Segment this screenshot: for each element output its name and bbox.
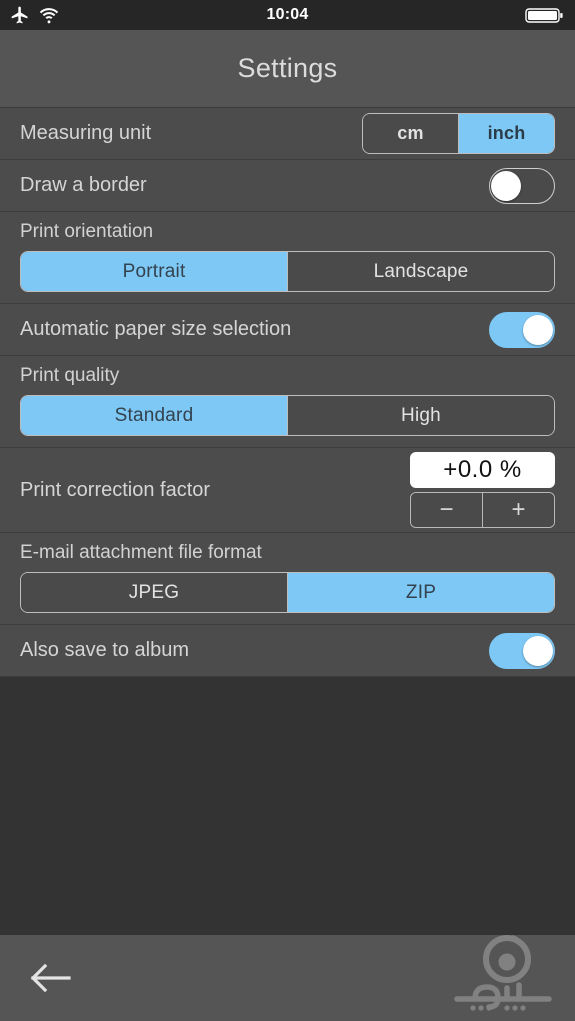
decrement-button[interactable]: − bbox=[411, 493, 482, 527]
row-automatic-paper-size: Automatic paper size selection bbox=[0, 304, 575, 356]
draw-border-label: Draw a border bbox=[20, 174, 147, 196]
also-save-to-album-label: Also save to album bbox=[20, 639, 189, 661]
row-print-orientation: Print orientation Portrait Landscape bbox=[0, 212, 575, 304]
email-attachment-format-label: E-mail attachment file format bbox=[20, 542, 262, 563]
measuring-unit-segmented-control[interactable]: cm inch bbox=[362, 113, 555, 154]
settings-list: Measuring unit cm inch Draw a border Pri… bbox=[0, 107, 575, 677]
row-print-correction-factor: Print correction factor +0.0 % − + bbox=[0, 448, 575, 533]
print-correction-factor-value: +0.0 % bbox=[410, 452, 555, 488]
segment-jpeg[interactable]: JPEG bbox=[21, 573, 287, 612]
row-email-attachment-format: E-mail attachment file format JPEG ZIP bbox=[0, 533, 575, 625]
title-bar: Settings bbox=[0, 30, 575, 107]
back-arrow-icon[interactable] bbox=[28, 961, 72, 995]
stepper-buttons: − + bbox=[410, 492, 555, 528]
wifi-icon bbox=[39, 5, 59, 25]
row-draw-border: Draw a border bbox=[0, 160, 575, 212]
status-bar-left-icons bbox=[10, 5, 59, 25]
increment-button[interactable]: + bbox=[482, 493, 554, 527]
row-print-quality: Print quality Standard High bbox=[0, 356, 575, 448]
print-orientation-label: Print orientation bbox=[20, 221, 154, 242]
measuring-unit-label: Measuring unit bbox=[20, 122, 152, 144]
toggle-knob bbox=[523, 314, 553, 345]
segment-portrait[interactable]: Portrait bbox=[21, 252, 287, 291]
print-correction-factor-stepper: +0.0 % − + bbox=[410, 452, 555, 528]
row-also-save-to-album: Also save to album bbox=[0, 625, 575, 677]
battery-full-icon bbox=[525, 5, 565, 25]
row-measuring-unit: Measuring unit cm inch bbox=[0, 108, 575, 160]
empty-content-area bbox=[0, 677, 575, 956]
segment-high[interactable]: High bbox=[287, 396, 554, 435]
draw-border-toggle[interactable] bbox=[489, 167, 555, 204]
airplane-mode-icon bbox=[10, 5, 30, 25]
bottom-navigation-bar bbox=[0, 935, 575, 1021]
print-quality-segmented-control[interactable]: Standard High bbox=[20, 395, 555, 436]
app-screen: 10:04 Settings Measuring unit cm inch Dr… bbox=[0, 0, 575, 1021]
also-save-to-album-toggle[interactable] bbox=[489, 632, 555, 669]
segment-zip[interactable]: ZIP bbox=[287, 573, 554, 612]
status-bar: 10:04 bbox=[0, 0, 575, 30]
segment-cm[interactable]: cm bbox=[363, 114, 458, 153]
page-title: Settings bbox=[237, 53, 338, 83]
print-correction-factor-label: Print correction factor bbox=[20, 478, 211, 501]
toggle-knob bbox=[491, 170, 521, 201]
print-orientation-segmented-control[interactable]: Portrait Landscape bbox=[20, 251, 555, 292]
status-bar-clock: 10:04 bbox=[266, 6, 309, 23]
app-watermark-logo bbox=[449, 931, 557, 1013]
automatic-paper-size-toggle[interactable] bbox=[489, 311, 555, 348]
segment-landscape[interactable]: Landscape bbox=[287, 252, 554, 291]
segment-standard[interactable]: Standard bbox=[21, 396, 287, 435]
toggle-knob bbox=[523, 635, 553, 666]
automatic-paper-size-label: Automatic paper size selection bbox=[20, 318, 292, 340]
segment-inch[interactable]: inch bbox=[458, 114, 554, 153]
email-attachment-format-segmented-control[interactable]: JPEG ZIP bbox=[20, 572, 555, 613]
print-quality-label: Print quality bbox=[20, 365, 120, 386]
